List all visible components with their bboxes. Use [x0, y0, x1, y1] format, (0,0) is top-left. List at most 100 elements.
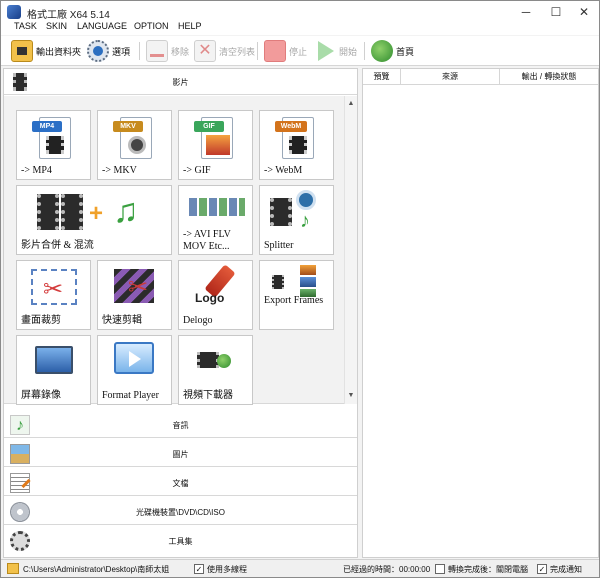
output-folder-icon[interactable]: [7, 563, 19, 574]
tile-label: Delogo: [183, 315, 213, 326]
tile-to-mp4[interactable]: MP4 -> MP4: [16, 110, 91, 180]
globe-icon: [217, 354, 231, 368]
mp4-file-icon: MP4: [32, 117, 71, 159]
play-icon: [314, 40, 336, 62]
tile-to-webm[interactable]: WebM -> WebM: [259, 110, 334, 180]
clear-list-icon: ✕: [194, 40, 216, 62]
menu-option[interactable]: OPTION: [134, 21, 169, 31]
music-note-icon: ♪: [300, 210, 310, 232]
tile-label: 畫面裁剪: [21, 315, 61, 326]
toolbar-divider: [364, 42, 365, 60]
plus-icon: +: [89, 200, 104, 227]
video-downloader-icon: [197, 352, 219, 368]
remove-icon: [146, 40, 168, 62]
multithread-label: 使用多線程: [207, 565, 247, 574]
menu-skin[interactable]: SKIN: [46, 21, 67, 31]
category-rom-label: 光碟機裝置\DVD\CD\ISO: [136, 508, 225, 517]
stop-label: 停止: [289, 46, 308, 57]
tile-format-player[interactable]: Format Player: [97, 335, 172, 405]
options-label: 選項: [112, 46, 131, 57]
remove-button[interactable]: 移除: [146, 39, 189, 63]
tile-to-gif[interactable]: GIF -> GIF: [178, 110, 253, 180]
output-folder-label: 輸出資料夾: [36, 46, 82, 57]
tile-label: -> MKV: [102, 165, 137, 176]
conversion-panel: 影片 MP4 -> MP4 MKV -> MKV GIF -> GIF WebM…: [3, 68, 358, 558]
category-video-label: 影片: [172, 78, 189, 87]
tile-label: 影片合併 & 混流: [21, 240, 94, 251]
category-audio-label: 音訊: [172, 421, 189, 430]
toolbar: 輸出資料夾 選項 移除 ✕ 清空列表 停止 開始 首頁: [1, 36, 599, 66]
music-note-icon: ♫: [113, 192, 139, 230]
notify-checkbox[interactable]: ✓: [537, 564, 547, 574]
toolbar-divider: [257, 42, 258, 60]
tile-label: 屏幕錄像: [21, 390, 61, 401]
menu-task[interactable]: TASK: [14, 21, 37, 31]
screen-record-icon: [35, 346, 73, 374]
scroll-down-arrow-icon[interactable]: ▼: [345, 390, 357, 402]
tile-crop[interactable]: ✂ 畫面裁剪: [16, 260, 91, 330]
category-image[interactable]: 圖片: [4, 441, 357, 467]
mkv-file-icon: MKV: [113, 117, 152, 159]
remove-label: 移除: [171, 46, 190, 57]
app-logo-icon: [7, 5, 21, 19]
notify-label: 完成通知: [550, 565, 582, 574]
tile-label: 視頻下載器: [183, 390, 233, 401]
other-formats-icon: [189, 198, 245, 216]
tile-label: Splitter: [264, 240, 294, 251]
after-convert-label[interactable]: 轉換完成後：關閉電腦: [448, 564, 528, 575]
start-label: 開始: [339, 46, 358, 57]
gif-file-icon: GIF: [194, 117, 233, 159]
film-reel-icon: [296, 190, 316, 210]
app-window: 格式工廠 X64 5.14 ─ ☐ ✕ TASK SKIN LANGUAGE O…: [0, 0, 600, 578]
home-button[interactable]: 首頁: [371, 39, 414, 63]
category-document-label: 文檔: [172, 479, 189, 488]
clear-list-label: 清空列表: [219, 46, 256, 57]
tile-label: -> GIF: [183, 165, 211, 176]
delogo-icon: Logo: [195, 291, 225, 305]
home-label: 首頁: [396, 46, 415, 57]
column-output-status[interactable]: 輸出 / 轉換狀態: [500, 69, 598, 85]
status-bar: C:\Users\Administrator\Desktop\南師太姐 ✓ 使用…: [1, 559, 599, 577]
category-rom-device[interactable]: 光碟機裝置\DVD\CD\ISO: [4, 499, 357, 525]
tile-video-downloader[interactable]: 視頻下載器: [178, 335, 253, 405]
elapsed-time: 已經過的時間：00:00:00: [343, 565, 431, 574]
tile-screen-record[interactable]: 屏幕錄像: [16, 335, 91, 405]
tile-to-mkv[interactable]: MKV -> MKV: [97, 110, 172, 180]
scissors-icon: ✂: [43, 276, 64, 303]
clear-list-button[interactable]: ✕ 清空列表: [194, 39, 255, 63]
video-join-mux-icon: [37, 194, 59, 230]
after-convert-checkbox[interactable]: [435, 564, 445, 574]
menu-bar: TASK SKIN LANGUAGE OPTION HELP: [1, 19, 599, 35]
scissors-icon: ✂: [128, 274, 149, 301]
tile-quick-clip[interactable]: ✂ 快速剪輯: [97, 260, 172, 330]
options-button[interactable]: 選項: [87, 39, 130, 63]
column-source[interactable]: 來源: [401, 69, 500, 85]
tile-delogo[interactable]: Logo Delogo: [178, 260, 253, 330]
scroll-up-arrow-icon[interactable]: ▲: [345, 98, 357, 110]
category-video[interactable]: 影片: [4, 69, 357, 95]
category-document[interactable]: 文檔: [4, 470, 357, 496]
tile-other-formats[interactable]: -> AVI FLV MOV Etc...: [178, 185, 253, 255]
menu-help[interactable]: HELP: [178, 21, 202, 31]
tile-label: -> AVI FLV: [183, 229, 231, 240]
tile-splitter[interactable]: ♪ Splitter: [259, 185, 334, 255]
output-folder-button[interactable]: 輸出資料夾: [11, 39, 81, 63]
output-path[interactable]: C:\Users\Administrator\Desktop\南師太姐: [23, 564, 169, 575]
stop-button[interactable]: 停止: [264, 39, 307, 63]
start-button[interactable]: 開始: [314, 39, 357, 63]
multithread-checkbox[interactable]: ✓: [194, 564, 204, 574]
format-player-icon: [114, 342, 154, 374]
column-preview[interactable]: 預覽: [363, 69, 401, 85]
menu-language[interactable]: LANGUAGE: [77, 21, 127, 31]
export-frames-icon: [272, 275, 284, 289]
home-globe-icon: [371, 40, 393, 62]
webm-file-icon: WebM: [275, 117, 314, 159]
tools-scrollbar[interactable]: ▲ ▼: [344, 96, 357, 404]
category-audio[interactable]: ♪ 音訊: [4, 412, 357, 438]
category-tools-label: 工具集: [168, 537, 193, 546]
tile-export-frames[interactable]: Export Frames: [259, 260, 334, 330]
tile-label: Export Frames: [264, 295, 324, 306]
tile-label: -> WebM: [264, 165, 303, 176]
tile-video-join-mux[interactable]: + ♫ 影片合併 & 混流: [16, 185, 172, 255]
category-tools[interactable]: 工具集: [4, 528, 357, 554]
